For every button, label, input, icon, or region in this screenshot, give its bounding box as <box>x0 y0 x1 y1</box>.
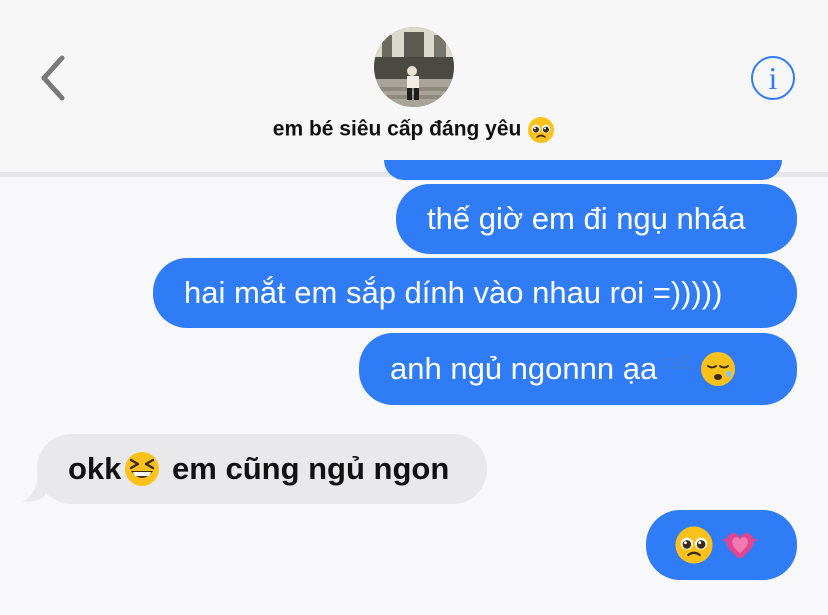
message-text: thế giờ em đi ngụ nháa <box>427 201 746 236</box>
zzz-emoji: zzZ <box>659 351 692 374</box>
partial-message-bubble <box>384 160 782 180</box>
sleeping-face-emoji <box>701 352 736 386</box>
growing-heart-emoji <box>722 533 758 559</box>
message-bubble-sent[interactable] <box>646 510 797 580</box>
pleading-face-emoji <box>675 526 713 564</box>
message-bubble-received[interactable]: okk em cũng ngủ ngon <box>37 434 487 504</box>
info-button[interactable]: i <box>751 56 795 100</box>
message-bubble-sent[interactable]: thế giờ em đi ngụ nháa <box>396 184 797 254</box>
back-button[interactable] <box>34 52 74 104</box>
message-bubble-sent[interactable]: hai mắt em sắp dính vào nhau roi =))))) <box>153 258 797 328</box>
message-text: okk <box>68 451 122 486</box>
message-text: em cũng ngủ ngon <box>163 451 450 486</box>
contact-name[interactable]: em bé siêu cấp đáng yêu <box>0 116 828 144</box>
message-bubble-sent[interactable]: anh ngủ ngonnn ạa zzZ <box>359 333 797 405</box>
chevron-left-icon <box>41 55 65 101</box>
info-icon: i <box>768 60 778 96</box>
contact-avatar[interactable] <box>374 27 454 107</box>
pleading-face-emoji <box>528 117 555 143</box>
message-text: anh ngủ ngonnn ạa <box>390 351 658 386</box>
grinning-squinting-face-emoji <box>125 452 160 486</box>
message-text: hai mắt em sắp dính vào nhau roi =))))) <box>184 275 723 310</box>
contact-name-text: em bé siêu cấp đáng yêu <box>272 117 522 141</box>
avatar-photo <box>374 27 454 107</box>
